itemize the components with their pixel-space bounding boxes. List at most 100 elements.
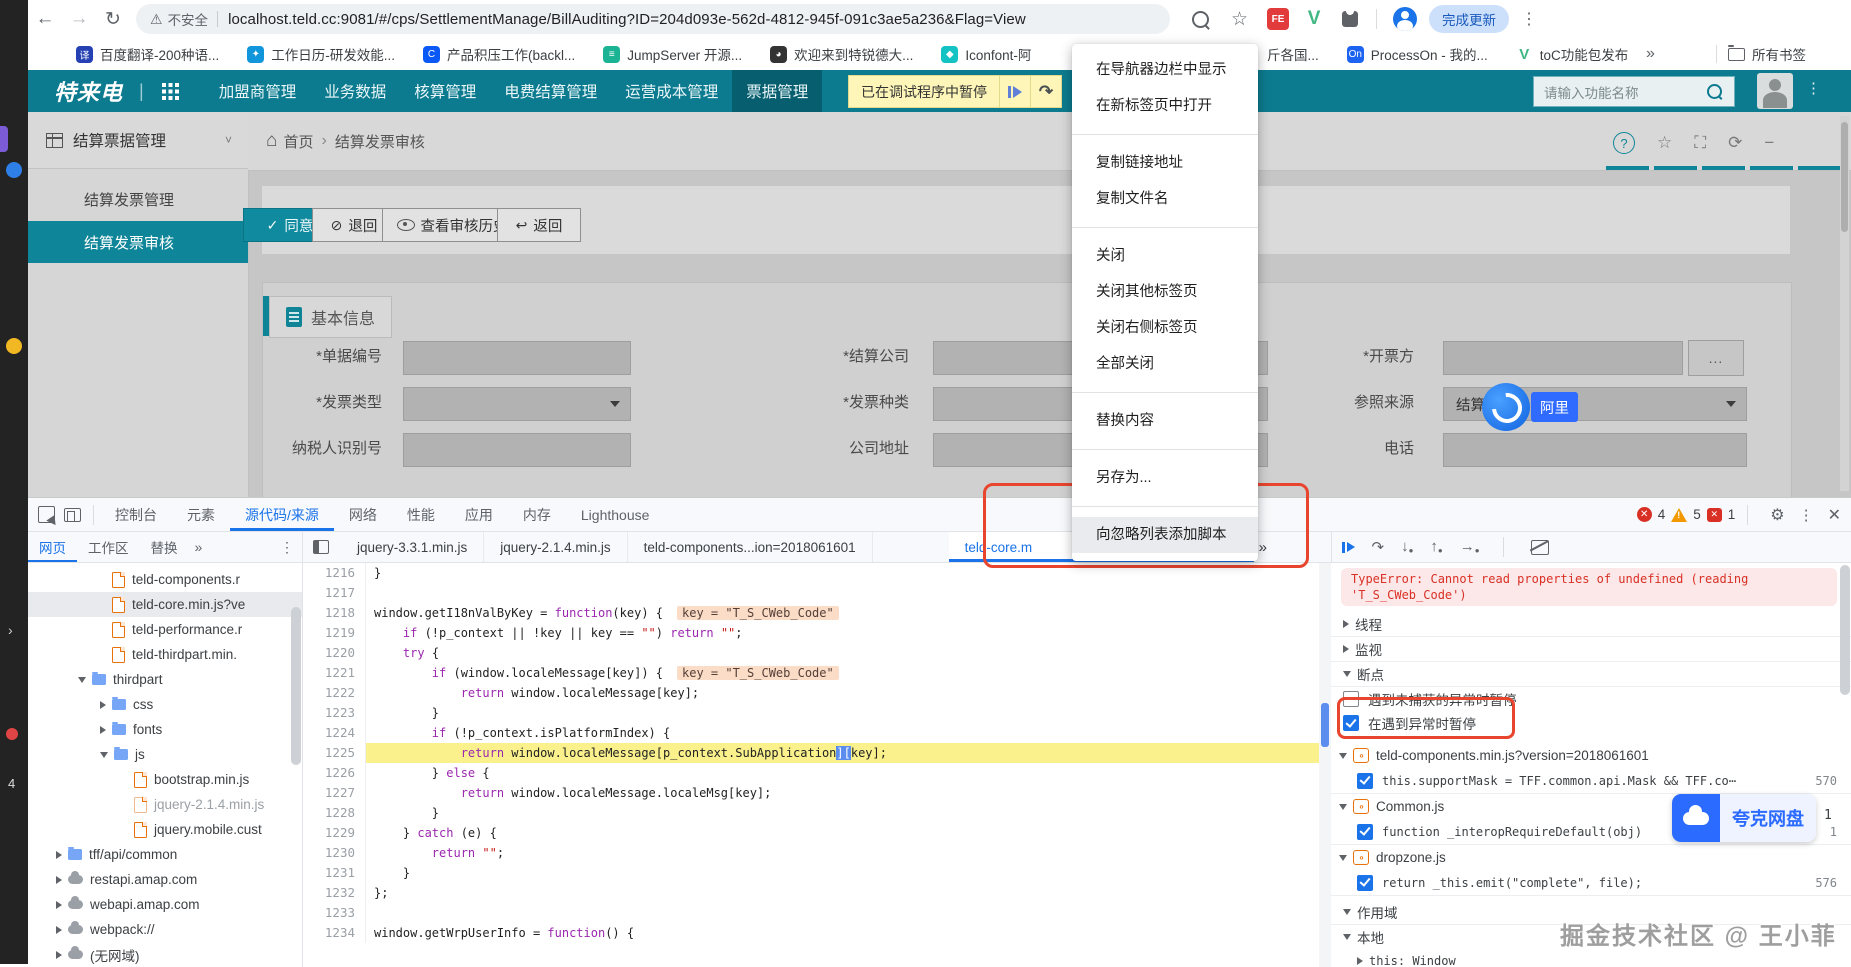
app-scrollbar[interactable] [1840, 116, 1849, 491]
home-icon[interactable]: ⌂ [266, 130, 277, 152]
code-line[interactable]: 1221 if (window.localeMessage[key]) {key… [303, 663, 1331, 683]
line-number[interactable]: 1228 [303, 803, 366, 823]
step-over-icon[interactable]: ↷ [1372, 540, 1385, 555]
tree-item[interactable]: webapi.amap.com [28, 892, 302, 917]
settings-gear-icon[interactable]: ⚙ [1770, 505, 1784, 525]
code-line[interactable]: 1225 return window.localeMessage[p_conte… [303, 743, 1331, 763]
line-number[interactable]: 1227 [303, 783, 366, 803]
tree-item[interactable]: tff/api/common [28, 842, 302, 867]
inspect-element-icon[interactable] [38, 506, 55, 523]
line-number[interactable]: 1221 [303, 663, 366, 683]
line-number[interactable]: 1234 [303, 923, 366, 943]
tree-item[interactable]: jquery.mobile.cust [28, 817, 302, 842]
bookmark-item[interactable]: ≡JumpServer 开源... [603, 44, 742, 64]
line-number[interactable]: 1232 [303, 883, 366, 903]
scope-this-row[interactable]: this: Window [1331, 949, 1851, 967]
line-number[interactable]: 1220 [303, 643, 366, 663]
expanded-arrow-icon[interactable] [1343, 934, 1351, 940]
devtools-tab-控制台[interactable]: 控制台 [100, 498, 172, 531]
line-number[interactable]: 1222 [303, 683, 366, 703]
devtools-menu-icon[interactable]: ⋮ [1799, 506, 1814, 524]
devtools-tab-源代码/来源[interactable]: 源代码/来源 [230, 498, 334, 531]
expanded-arrow-icon[interactable] [1343, 671, 1351, 677]
favorite-star-icon[interactable]: ☆ [1657, 133, 1672, 153]
nav-item[interactable]: 核算管理 [400, 70, 490, 112]
menu-item[interactable]: 复制链接地址 [1072, 145, 1258, 181]
resume-script-icon[interactable] [1342, 542, 1355, 553]
tree-item[interactable]: (无网域) [28, 942, 302, 967]
bookmark-item[interactable]: ✦工作日历-研发效能... [247, 44, 395, 64]
menu-item[interactable]: 在导航器边栏中显示 [1072, 52, 1258, 88]
breakpoint-entry[interactable]: return _this.emit("complete", file);576 [1331, 870, 1851, 896]
step-over-button[interactable]: ↷ [1030, 76, 1061, 107]
app-logo[interactable]: 特来电 [54, 75, 123, 107]
extension-fe-icon[interactable]: FE [1267, 8, 1289, 30]
back-icon[interactable]: ← [28, 8, 62, 30]
code-line[interactable]: 1224 if (!p_context.isPlatformIndex) { [303, 723, 1331, 743]
line-number[interactable]: 1216 [303, 563, 366, 583]
code-line[interactable]: 1228 } [303, 803, 1331, 823]
devtools-tab-Lighthouse[interactable]: Lighthouse [566, 498, 665, 531]
taskbar-app-icon[interactable] [6, 162, 22, 178]
nav-item[interactable]: 运营成本管理 [611, 70, 732, 112]
breakpoint-entry[interactable]: this.supportMask = TFF.common.api.Mask &… [1331, 768, 1851, 794]
bookmark-item[interactable]: ◕欢迎来到特锐德大... [770, 44, 913, 64]
tree-item[interactable]: bootstrap.min.js [28, 767, 302, 792]
expanded-arrow-icon[interactable] [1339, 804, 1347, 810]
expanded-arrow-icon[interactable] [1343, 909, 1351, 915]
code-line[interactable]: 1229 } catch (e) { [303, 823, 1331, 843]
code-line[interactable]: 1217 [303, 583, 1331, 603]
section-线程[interactable]: 线程 [1331, 612, 1851, 637]
function-search-input[interactable]: 请输入功能名称 [1533, 76, 1735, 107]
refresh-icon[interactable]: ⟳ [1728, 133, 1742, 153]
collapsed-arrow-icon[interactable] [56, 851, 62, 859]
breakpoint-group[interactable]: ‹›dropzone.js [1331, 845, 1851, 870]
nav-item[interactable]: 票据管理 [732, 70, 822, 112]
navigator-menu-icon[interactable]: ⋮ [280, 539, 294, 556]
bookmark-star-icon[interactable]: ☆ [1231, 8, 1248, 31]
taskbar-app-icon[interactable] [6, 338, 22, 354]
line-number[interactable]: 1223 [303, 703, 366, 723]
quark-netdisk-badge[interactable]: 夸克网盘 [1672, 794, 1816, 842]
extensions-puzzle-icon[interactable] [1342, 11, 1358, 27]
code-line[interactable]: 1233 [303, 903, 1331, 923]
sidebar-header[interactable]: 结算票据管理 ˅ [28, 112, 248, 169]
line-number[interactable]: 1233 [303, 903, 366, 923]
bookmark-item[interactable]: 译百度翻译-200种语... [76, 44, 219, 64]
step-into-icon[interactable]: ↓● [1401, 539, 1413, 555]
step-out-icon[interactable]: ↑● [1430, 539, 1442, 555]
input-field[interactable] [1443, 341, 1683, 375]
more-button[interactable]: ... [1688, 340, 1744, 376]
breakpoint-group[interactable]: ‹›teld-components.min.js?version=2018061… [1331, 743, 1851, 768]
tree-item[interactable]: webpack:// [28, 917, 302, 942]
menu-item[interactable]: 另存为... [1072, 460, 1258, 496]
error-count-icon[interactable]: ✕ [1637, 507, 1652, 522]
checkbox-checked-icon[interactable] [1357, 875, 1373, 891]
collapsed-arrow-icon[interactable] [56, 926, 62, 934]
code-line[interactable]: 1227 return window.localeMessage.localeM… [303, 783, 1331, 803]
line-number[interactable]: 1229 [303, 823, 366, 843]
bookmark-item[interactable]: OnProcessOn - 我的... [1347, 44, 1488, 64]
devtools-close-icon[interactable]: ✕ [1828, 505, 1841, 525]
reload-icon[interactable]: ↻ [96, 8, 130, 31]
file-tab[interactable]: teld-components...ion=2018061601 [628, 532, 873, 562]
sidebar-item[interactable]: 结算发票审核 [28, 221, 248, 263]
tree-scrollbar[interactable] [291, 607, 301, 765]
devtools-tab-性能[interactable]: 性能 [392, 498, 450, 531]
bookmark-item[interactable]: ◆Iconfont-阿 [941, 44, 1031, 64]
devtools-tab-元素[interactable]: 元素 [172, 498, 230, 531]
nav-item[interactable]: 业务数据 [310, 70, 400, 112]
input-field[interactable] [403, 341, 631, 375]
extension-vue-icon[interactable]: V [1303, 8, 1325, 30]
device-toolbar-icon[interactable] [64, 508, 81, 522]
code-line[interactable]: 1231 } [303, 863, 1331, 883]
step-icon[interactable]: →● [1460, 539, 1480, 555]
collapsed-arrow-icon[interactable] [56, 901, 62, 909]
checkbox-checked-icon[interactable] [1357, 824, 1373, 840]
ali-cloud-float-icon[interactable] [1482, 383, 1530, 431]
deactivate-breakpoints-icon[interactable] [1531, 540, 1549, 555]
debugger-scrollbar[interactable] [1840, 565, 1850, 695]
chrome-update-button[interactable]: 完成更新 [1429, 5, 1509, 33]
ali-cloud-tag[interactable]: 阿里 [1531, 392, 1578, 422]
taskbar-app-icon[interactable] [6, 728, 18, 740]
